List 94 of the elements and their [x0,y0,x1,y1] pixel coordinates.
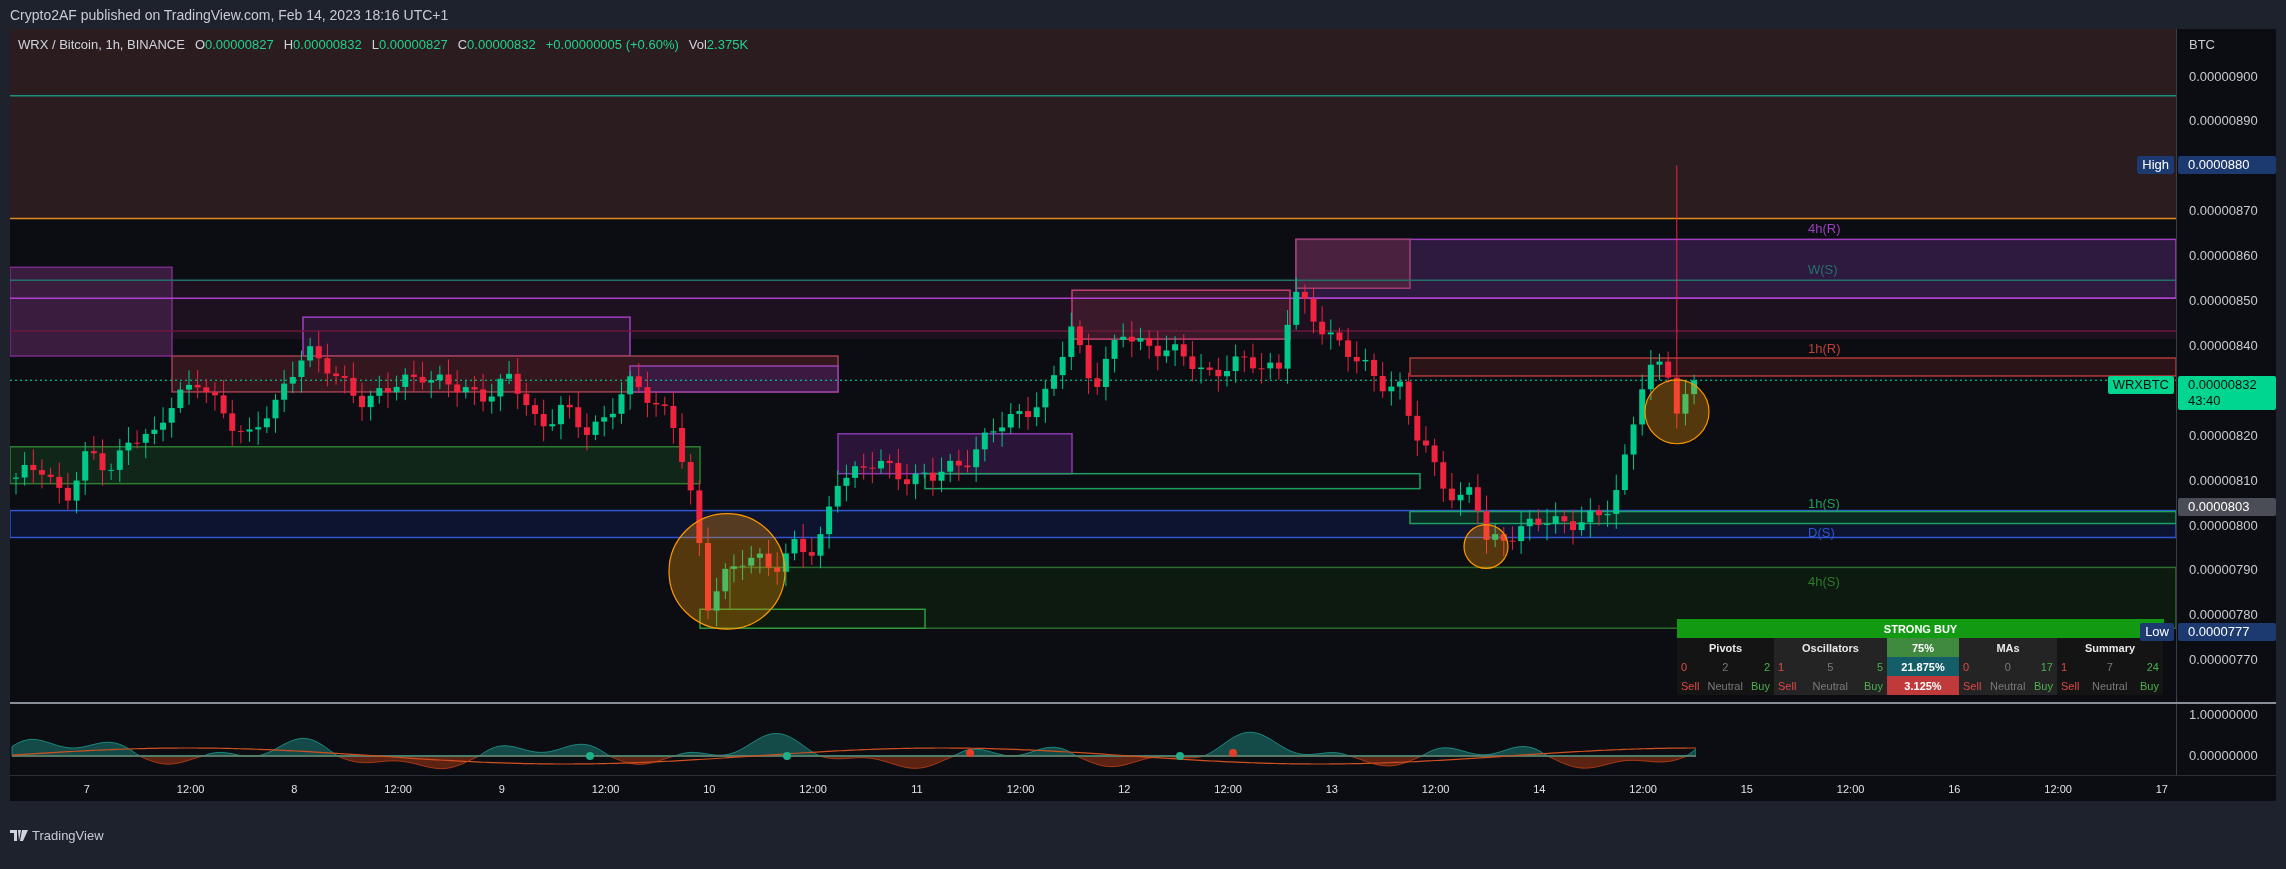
price-tick-label: 0.00000840 [2189,337,2258,353]
time-tick-label: 12:00 [175,782,206,795]
time-tick-label: 12:00 [1005,782,1036,795]
signal-count: 2 [1762,660,1771,673]
price-tick-label: 0.00000860 [2189,248,2258,264]
time-tick-label: 13 [1324,782,1339,795]
signal-count: 0 [2003,660,2012,673]
price-tag: 0.0000777 [2178,623,2276,641]
signal-label: Neutral [1811,679,1849,692]
signal-count: 5 [1826,660,1835,673]
time-tick-label: 7 [82,782,91,795]
signal-label: Neutral [1706,679,1744,692]
level-label: 4h(R) [1808,222,1841,236]
signal-count: 2 [1721,660,1730,673]
oscillator-tick-label: 0.00000000 [2189,748,2258,763]
ohlc-label: C [457,37,468,52]
time-tick-label: 12:00 [798,782,828,795]
time-tick-label: 12:00 [1835,782,1866,795]
brand-name: TradingView [32,827,104,843]
time-tick-label: 14 [1532,782,1547,795]
price-tick-label: 0.00000790 [2189,562,2258,578]
group-title: Oscillators [1801,641,1860,654]
price-tick-label: 0.00000850 [2189,293,2258,308]
signal-count: 0 [1962,660,1971,673]
time-tick-label: 8 [290,782,299,795]
volume-label: Vol [688,37,707,52]
ohlc-value: 0.00000832 [293,37,362,52]
price-tag: 0.0000803 [2178,498,2276,516]
price-tag: 0.0000880 [2178,156,2276,174]
gauge-cell: 75% [1887,638,1959,657]
signal-count: 24 [2145,660,2160,673]
price-tick-label: 0.00000770 [2189,652,2258,668]
signal-count: 17 [2039,660,2054,673]
price-tag-label: High [2137,156,2174,174]
ohlc-value: 0.00000827 [205,37,274,52]
time-tick-label: 9 [497,782,506,795]
time-tick-label: 10 [702,782,717,795]
signal-count: 5 [1875,660,1884,673]
price-tick-label: 0.00000870 [2189,203,2258,219]
signal-label: Neutral [2090,679,2129,692]
group-title: Pivots [1708,641,1743,654]
signal-label: Sell [2060,679,2081,692]
level-label: 1h(S) [1808,497,1840,511]
price-tick-label: 0.00000800 [2189,517,2258,533]
gauge-cell: 3.125% [1887,676,1959,695]
signal-count: 7 [2105,660,2114,673]
price-tick-label: 0.00000900 [2189,68,2258,84]
signal-label: Sell [1680,679,1701,692]
time-tick-label: 12:00 [1213,782,1243,795]
time-tick-label: 12:00 [383,782,413,795]
group-title: MAs [1995,641,2021,654]
ohlc-value: 0.00000827 [379,37,448,52]
signal-count: 1 [1777,660,1786,673]
level-label: 4h(S) [1808,575,1840,589]
ohlc-value: 0.00000832 [467,37,536,52]
time-tick-label: 12 [1117,782,1132,795]
ohlc-label: L [371,37,379,52]
time-tick-label: 16 [1947,782,1962,795]
signal-count: 0 [1680,660,1689,673]
signal-label: Sell [1962,679,1983,692]
level-label: 1h(R) [1808,342,1841,356]
signal-label: Buy [2139,679,2160,692]
price-tag-label: Low [2140,623,2174,641]
time-tick-label: 12:00 [2043,782,2073,795]
time-tick-label: 17 [2154,782,2169,795]
time-tick-label: 12:00 [590,782,621,795]
time-tick-label: 15 [1739,782,1754,795]
ohlc-label: H [283,37,294,52]
volume-value: 2.375K [706,37,749,52]
price-tag-label: WRXBTC [2107,376,2174,394]
price-tag: 0.00000832 43:40 [2178,376,2276,410]
oscillator-tick-label: 1.00000000 [2189,707,2258,722]
currency-label: BTC [2189,37,2215,52]
signal-label: Sell [1777,679,1798,692]
attribution-text: Crypto2AF published on TradingView.com, Feb 14, 2023 18:16 UTC+1 [9,5,450,25]
price-change: +0.00000005 (+0.60%) [545,37,679,52]
time-tick-label: 12:00 [1420,782,1451,795]
ohlc-label: O [194,37,205,52]
signal-label: Buy [1863,679,1884,692]
signal-label: Buy [2033,679,2054,692]
price-tick-label: 0.00000890 [2189,113,2258,129]
time-tick-label: 12:00 [1628,782,1658,795]
signal-count: 1 [2060,660,2069,673]
time-tick-label: 11 [910,782,924,795]
signal-label: Neutral [1988,679,2027,692]
level-label: W(S) [1808,263,1838,277]
gauge-cell: 21.875% [1887,657,1959,676]
signal-label: Buy [1750,679,1771,692]
price-tick-label: 0.00000820 [2189,427,2258,443]
symbol-label: WRX / Bitcoin, 1h, BINANCE [18,37,185,52]
level-label: D(S) [1808,526,1835,540]
price-tick-label: 0.00000810 [2189,472,2258,488]
group-title: Summary [2083,641,2137,654]
price-tick-label: 0.00000780 [2189,607,2258,623]
